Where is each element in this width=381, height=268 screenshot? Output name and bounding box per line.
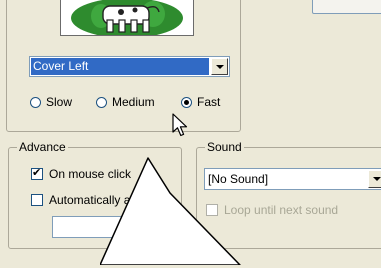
checkbox-indicator[interactable]: [206, 204, 218, 216]
effect-dropdown-value: Cover Left: [31, 58, 209, 75]
speed-medium-label: Medium: [112, 95, 155, 109]
checkbox-indicator[interactable]: [31, 166, 43, 180]
loop-sound-label: Loop until next sound: [224, 203, 339, 217]
sound-group-title: Sound: [205, 140, 244, 154]
automatically-after-checkbox[interactable]: Automatically a: [31, 193, 130, 207]
radio-indicator[interactable]: [30, 96, 41, 108]
sound-dropdown[interactable]: [No Sound]: [204, 168, 381, 190]
speed-slow-radio[interactable]: Slow: [30, 95, 72, 109]
advance-group-title: Advance: [17, 140, 68, 154]
on-mouse-click-label: On mouse click: [49, 167, 132, 181]
effect-dropdown[interactable]: Cover Left: [29, 56, 230, 77]
speed-fast-label: Fast: [197, 95, 221, 109]
radio-indicator[interactable]: [181, 96, 192, 108]
effect-dropdown-button[interactable]: [211, 58, 228, 75]
automatically-after-label: Automatically a: [49, 193, 131, 207]
sound-dropdown-value: [No Sound]: [208, 172, 269, 186]
advance-time-spinner[interactable]: [147, 216, 164, 238]
partial-button[interactable]: [312, 0, 381, 14]
sound-dropdown-button[interactable]: [368, 170, 381, 188]
chevron-down-icon: [372, 177, 381, 181]
speed-slow-label: Slow: [46, 95, 73, 109]
effect-preview-image: [60, 0, 194, 36]
on-mouse-click-checkbox[interactable]: On mouse click: [31, 166, 132, 181]
checkbox-indicator[interactable]: [31, 194, 43, 206]
speed-fast-radio[interactable]: Fast: [181, 95, 220, 109]
loop-sound-checkbox[interactable]: Loop until next sound: [206, 203, 338, 217]
chevron-down-icon: [215, 64, 224, 69]
automatically-after-suffix: r: [160, 193, 164, 207]
sound-group: Sound: [196, 140, 381, 249]
mouse-pointer-icon: [172, 113, 190, 142]
dog-picture-icon: [71, 0, 183, 35]
speed-medium-radio[interactable]: Medium: [96, 95, 155, 109]
radio-indicator[interactable]: [96, 96, 107, 108]
advance-time-input[interactable]: [52, 216, 144, 238]
